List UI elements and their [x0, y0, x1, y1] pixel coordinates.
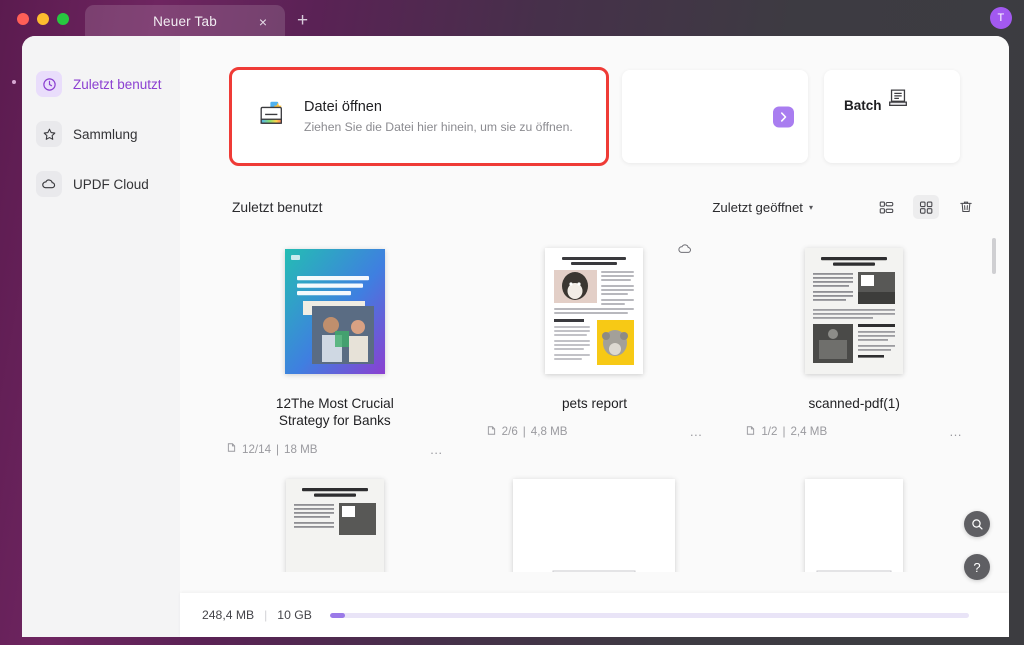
browser-tab[interactable]: Neuer Tab × [85, 5, 285, 38]
clock-icon [36, 71, 62, 97]
view-controls [873, 195, 979, 219]
file-name: 12The Most Crucial Strategy for Banks [250, 395, 420, 430]
file-card[interactable]: pets report 2/6 | 4,8 MB … [470, 232, 720, 457]
app-window: Zuletzt benutzt Sammlung UPDF Cloud [22, 36, 1009, 637]
file-card[interactable]: TO DO LIST [470, 463, 720, 572]
storage-progress-bar [330, 613, 969, 618]
sidebar-item-collection[interactable]: Sammlung [32, 116, 170, 152]
quick-action-cards: Datei öffnen Ziehen Sie die Datei hier h… [180, 36, 1009, 163]
file-more-icon[interactable]: … [949, 424, 963, 439]
folder-open-icon [258, 100, 288, 133]
close-icon[interactable]: × [255, 14, 271, 30]
file-size: 2,4 MB [790, 425, 827, 438]
search-icon[interactable] [964, 511, 990, 537]
file-meta: 2/6 | 4,8 MB … [480, 424, 710, 439]
storage-progress-fill [330, 613, 345, 618]
status-bar: 248,4 MB | 10 GB [180, 593, 1009, 637]
file-thumbnail: TO DO LIST [513, 475, 675, 572]
close-window-button[interactable] [17, 13, 29, 25]
minimize-window-button[interactable] [37, 13, 49, 25]
recent-section-title: Zuletzt benutzt [232, 200, 323, 215]
cloud-icon [36, 171, 62, 197]
file-meta: 12/14 | 18 MB … [220, 442, 450, 457]
batch-title: Batch [844, 98, 882, 113]
page-icon [486, 425, 497, 439]
scrollbar-thumb[interactable] [992, 238, 996, 274]
grid-view-icon[interactable] [913, 195, 939, 219]
storage-total: 10 GB [277, 608, 312, 622]
file-name: pets report [562, 395, 627, 412]
tab-title: Neuer Tab [153, 14, 217, 29]
scrollbar-track[interactable] [992, 232, 996, 570]
storage-used: 248,4 MB [202, 608, 254, 622]
chevron-down-icon: ▾ [809, 203, 813, 212]
list-view-icon[interactable] [873, 195, 899, 219]
file-pages: 2/6 [502, 425, 518, 438]
file-pages: 12/14 [242, 443, 271, 456]
file-thumbnail: TO DO LIST [773, 475, 935, 572]
sort-dropdown[interactable]: Zuletzt geöffnet ▾ [712, 200, 813, 215]
window-controls [17, 13, 69, 25]
file-name: scanned-pdf(1) [808, 395, 899, 412]
file-pages: 1/2 [761, 425, 777, 438]
open-file-subtitle: Ziehen Sie die Datei hier hinein, um sie… [304, 120, 573, 134]
star-icon [36, 121, 62, 147]
open-file-texts: Datei öffnen Ziehen Sie die Datei hier h… [304, 99, 573, 134]
file-more-icon[interactable]: … [430, 442, 444, 457]
recent-files-grid: 12The Most Crucial Strategy for Banks 12… [210, 232, 979, 572]
meta-separator: | [276, 443, 279, 456]
file-card[interactable] [210, 463, 460, 572]
help-icon[interactable]: ? [964, 554, 990, 580]
sort-dropdown-label: Zuletzt geöffnet [712, 200, 803, 215]
sidebar-item-label: Sammlung [73, 127, 138, 142]
sidebar-item-recent[interactable]: Zuletzt benutzt [32, 66, 170, 102]
page-icon [745, 425, 756, 439]
recent-files-area: 12The Most Crucial Strategy for Banks 12… [180, 232, 1009, 572]
open-file-card[interactable]: Datei öffnen Ziehen Sie die Datei hier h… [232, 70, 606, 163]
file-size: 4,8 MB [531, 425, 568, 438]
meta-separator: | [523, 425, 526, 438]
file-thumbnail [254, 475, 416, 572]
sidebar: Zuletzt benutzt Sammlung UPDF Cloud [22, 36, 180, 637]
secondary-action-card[interactable] [622, 70, 808, 163]
document-stack-icon [886, 97, 910, 114]
main-content: Datei öffnen Ziehen Sie die Datei hier h… [180, 36, 1009, 637]
rail-indicator-dot [12, 80, 16, 84]
sidebar-item-label: Zuletzt benutzt [73, 77, 162, 92]
sidebar-item-cloud[interactable]: UPDF Cloud [32, 166, 170, 202]
avatar[interactable]: T [990, 7, 1012, 29]
file-thumbnail [773, 244, 935, 378]
batch-card[interactable]: Batch [824, 70, 960, 163]
file-card[interactable]: TO DO LIST [729, 463, 979, 572]
meta-separator: | [782, 425, 785, 438]
file-card[interactable]: 12The Most Crucial Strategy for Banks 12… [210, 232, 460, 457]
file-thumbnail [513, 244, 675, 378]
file-meta: 1/2 | 2,4 MB … [739, 424, 969, 439]
recent-toolbar: Zuletzt benutzt Zuletzt geöffnet ▾ [180, 194, 1009, 220]
status-separator: | [264, 608, 267, 622]
trash-icon[interactable] [953, 195, 979, 219]
file-card[interactable]: scanned-pdf(1) 1/2 | 2,4 MB … [729, 232, 979, 457]
sidebar-item-label: UPDF Cloud [73, 177, 149, 192]
chevron-right-icon[interactable] [773, 106, 794, 127]
maximize-window-button[interactable] [57, 13, 69, 25]
open-file-title: Datei öffnen [304, 99, 573, 115]
file-size: 18 MB [284, 443, 318, 456]
file-thumbnail [254, 244, 416, 378]
new-tab-icon[interactable]: + [294, 12, 311, 29]
cloud-sync-icon [677, 241, 693, 262]
title-bar: Neuer Tab × + T [0, 0, 1024, 36]
page-icon [226, 442, 237, 456]
file-more-icon[interactable]: … [689, 424, 703, 439]
